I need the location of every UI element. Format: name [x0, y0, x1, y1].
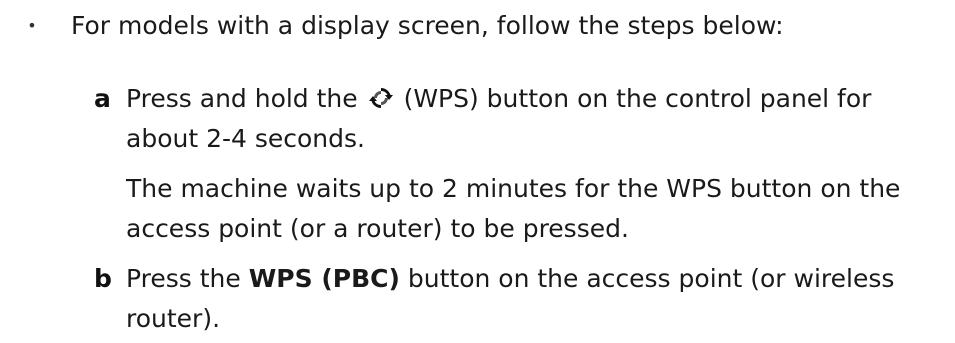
step-b: b Press the WPS (PBC) button on the acce…: [0, 259, 955, 339]
step-a-text-after: (WPS) button on the control panel for: [403, 84, 872, 113]
bullet-item: • For models with a display screen, foll…: [0, 6, 955, 46]
step-letter-a: a: [94, 84, 111, 113]
step-letter-b: b: [94, 264, 112, 293]
wps-pbc-label: WPS (PBC): [248, 264, 400, 293]
step-a-note-line-2: access point (or a router) to be pressed…: [126, 214, 629, 243]
step-b-text-before: Press the: [126, 264, 241, 293]
step-b-text-after: button on the access point (or wireless: [407, 264, 895, 293]
step-b-body: Press the WPS (PBC) button on the access…: [126, 259, 936, 339]
step-a-note-line-1: The machine waits up to 2 minutes for th…: [126, 174, 901, 203]
step-a-note: The machine waits up to 2 minutes for th…: [126, 169, 936, 249]
step-a-line-2: about 2-4 seconds.: [126, 124, 365, 153]
step-b-line-2: router).: [126, 304, 221, 333]
wps-icon: [368, 88, 393, 108]
step-a-line-1: Press and hold the (WPS) button on the c…: [126, 79, 936, 119]
step-a: a Press and hold the (WPS) button on the…: [0, 79, 955, 159]
bullet-text: For models with a display screen, follow…: [71, 11, 784, 40]
bullet-marker: •: [27, 16, 37, 35]
step-a-body: Press and hold the (WPS) button on the c…: [126, 79, 936, 159]
manual-page: { "bullet": { "marker": "•", "text": "Fo…: [0, 0, 955, 343]
step-a-text-before: Press and hold the: [126, 84, 358, 113]
step-b-line-1: Press the WPS (PBC) button on the access…: [126, 259, 936, 299]
